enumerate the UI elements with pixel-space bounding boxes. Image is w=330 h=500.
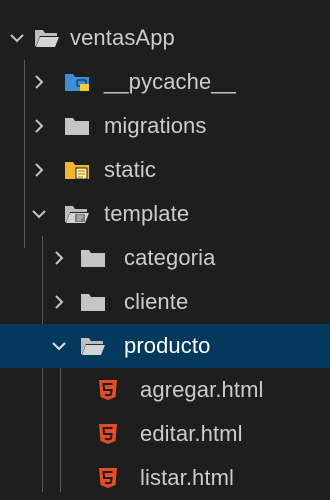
folder-icon [65, 118, 89, 135]
chevron-right-icon [35, 163, 44, 177]
tree-item-label: template [104, 201, 190, 226]
tree-item-label: categoria [124, 245, 216, 270]
html5-icon [99, 424, 117, 444]
tree-item-static[interactable]: static [0, 148, 330, 192]
file-explorer-tree: ventasApp __pycache__ migrations static … [0, 16, 330, 500]
chevron-down-icon [52, 342, 66, 351]
chevron-right-icon [35, 75, 44, 89]
chevron-down-icon [32, 210, 46, 219]
folder-open-icon [35, 30, 59, 47]
tree-item-label: listar.html [140, 465, 235, 490]
chevron-right-icon [55, 251, 64, 265]
tree-item-listar-html[interactable]: listar.html [0, 456, 330, 500]
tree-item-editar-html[interactable]: editar.html [0, 412, 330, 456]
tree-item-pycache[interactable]: __pycache__ [0, 60, 330, 104]
html5-icon [99, 380, 117, 400]
folder-open-icon [81, 338, 105, 355]
tree-item-migrations[interactable]: migrations [0, 104, 330, 148]
tree-item-label: static [104, 157, 156, 182]
template-folder-open-icon [65, 206, 89, 223]
static-folder-icon [65, 162, 89, 180]
chevron-right-icon [35, 119, 44, 133]
tree-item-agregar-html[interactable]: agregar.html [0, 368, 330, 412]
tree-item-template[interactable]: template [0, 192, 330, 236]
python-folder-icon [65, 74, 89, 91]
tree-item-label: editar.html [140, 421, 243, 446]
folder-icon [81, 294, 105, 311]
chevron-right-icon [55, 295, 64, 309]
tree-item-ventasapp[interactable]: ventasApp [0, 16, 330, 60]
tree-item-label: cliente [124, 289, 189, 314]
tree-item-cliente[interactable]: cliente [0, 280, 330, 324]
chevron-down-icon [10, 34, 24, 43]
tree-item-producto[interactable]: producto [0, 324, 330, 368]
tree-item-label: ventasApp [70, 25, 175, 50]
tree-item-label: __pycache__ [104, 69, 236, 94]
tree-item-label: migrations [104, 113, 207, 138]
html5-icon [99, 468, 117, 488]
tree-item-label: producto [124, 333, 211, 358]
folder-icon [81, 250, 105, 267]
tree-item-categoria[interactable]: categoria [0, 236, 330, 280]
tree-item-label: agregar.html [140, 377, 264, 402]
